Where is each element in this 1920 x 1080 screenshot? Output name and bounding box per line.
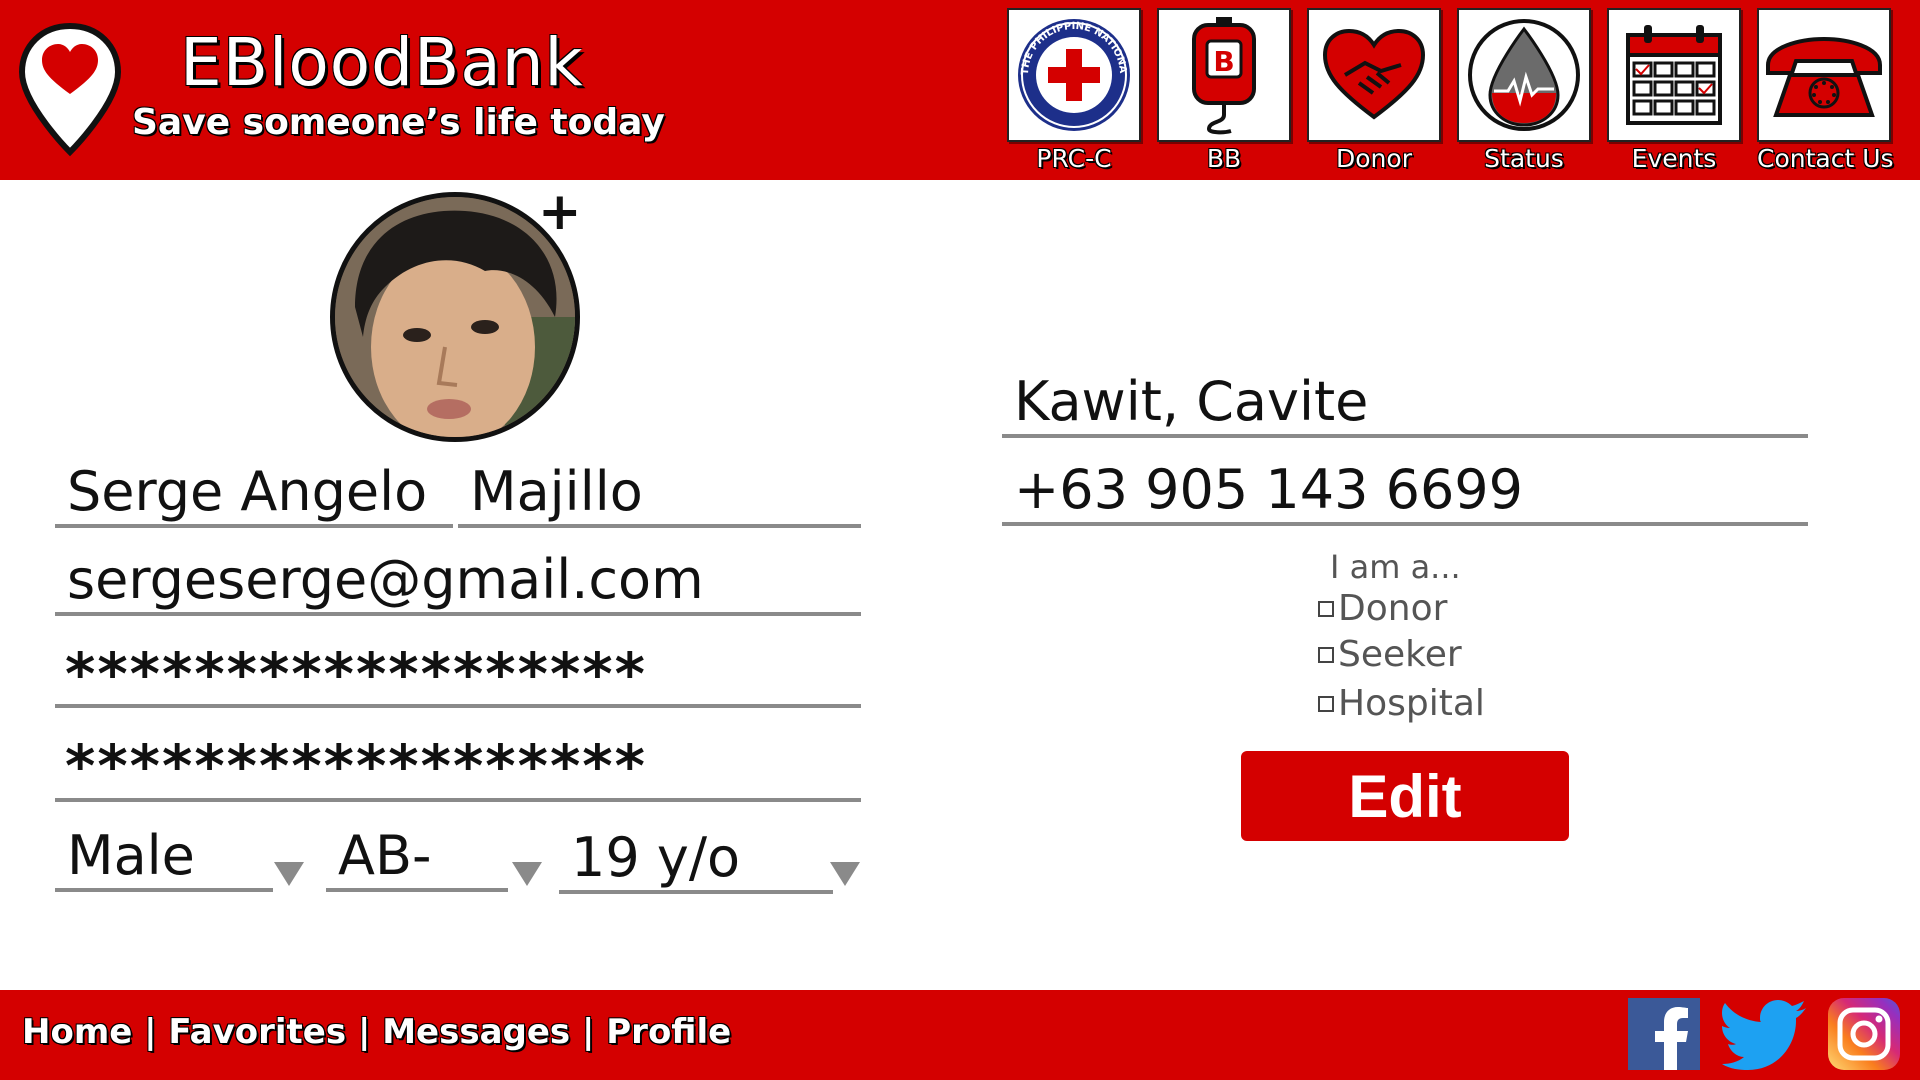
email-field[interactable]: sergeserge@gmail.com [55, 548, 861, 616]
nav-label: PRC-C [1036, 144, 1112, 173]
nav-label: Events [1631, 144, 1717, 173]
red-cross-icon: THE PHILIPPINE NATIONAL RED CROSS [1014, 15, 1130, 131]
phone-field[interactable]: +63 905 143 6699 [1002, 458, 1808, 526]
footer-link-home[interactable]: Home [22, 1012, 132, 1052]
footer-link-profile[interactable]: Profile [606, 1012, 731, 1052]
checkbox[interactable] [1318, 600, 1334, 617]
nav-events[interactable]: Events [1607, 8, 1741, 173]
role-option-label: Seeker [1338, 634, 1462, 675]
chevron-down-icon[interactable] [512, 862, 542, 886]
checkbox[interactable] [1318, 695, 1334, 712]
role-option-donor[interactable]: Donor [1318, 588, 1447, 629]
app-header: EBloodBank Save someone’s life today THE… [0, 0, 1920, 180]
telephone-icon [1766, 36, 1882, 117]
first-name-field[interactable]: Serge Angelo [55, 460, 453, 528]
footer-separator: | [582, 1012, 595, 1052]
location-field[interactable]: Kawit, Cavite [1002, 370, 1808, 438]
handshake-heart-icon [1322, 28, 1426, 120]
last-name-field[interactable]: Majillo [458, 460, 861, 528]
blood-bag-icon: B [1192, 17, 1256, 135]
nav-label: Donor [1336, 144, 1412, 173]
facebook-icon[interactable] [1628, 998, 1700, 1070]
nav-label: Status [1484, 144, 1564, 173]
footer-link-favorites[interactable]: Favorites [168, 1012, 346, 1052]
app-footer: Home | Favorites | Messages | Profile [0, 990, 1920, 1080]
role-option-label: Donor [1338, 588, 1448, 629]
calendar-icon [1626, 25, 1722, 125]
nav-donor[interactable]: Donor [1307, 8, 1441, 173]
app-tagline: Save someone’s life today [132, 102, 665, 143]
role-title: I am a... [1330, 548, 1461, 586]
checkbox[interactable] [1318, 646, 1334, 663]
blood-drop-icon [1468, 19, 1580, 131]
nav-bb[interactable]: B BB [1157, 8, 1291, 173]
role-option-hospital[interactable]: Hospital [1318, 683, 1485, 724]
password-field[interactable]: ****************** [55, 644, 861, 708]
add-photo-icon[interactable]: + [538, 186, 582, 238]
age-select[interactable]: 19 y/o [559, 826, 833, 894]
nav-contact-us[interactable]: Contact Us [1757, 8, 1894, 173]
nav-label: Contact Us [1757, 144, 1894, 173]
chevron-down-icon[interactable] [830, 862, 860, 886]
nav-status[interactable]: Status [1457, 8, 1591, 173]
nav-prc-c[interactable]: THE PHILIPPINE NATIONAL RED CROSS PRC-C [1007, 8, 1141, 173]
app-title: EBloodBank [180, 24, 584, 101]
role-option-label: Hospital [1338, 683, 1485, 724]
svg-text:B: B [1213, 45, 1234, 78]
location-heart-logo-icon [18, 22, 122, 157]
twitter-icon[interactable] [1722, 998, 1808, 1070]
footer-nav: Home | Favorites | Messages | Profile [22, 1012, 731, 1052]
footer-link-messages[interactable]: Messages [382, 1012, 570, 1052]
chevron-down-icon[interactable] [274, 862, 304, 886]
footer-separator: | [144, 1012, 157, 1052]
role-option-seeker[interactable]: Seeker [1318, 634, 1462, 675]
gender-select[interactable]: Male [55, 824, 273, 892]
nav-label: BB [1206, 144, 1242, 173]
blood-type-select[interactable]: AB- [326, 824, 508, 892]
confirm-password-field[interactable]: ****************** [55, 736, 861, 802]
instagram-icon[interactable] [1828, 998, 1900, 1070]
edit-button[interactable]: Edit [1241, 751, 1569, 841]
footer-separator: | [357, 1012, 371, 1052]
